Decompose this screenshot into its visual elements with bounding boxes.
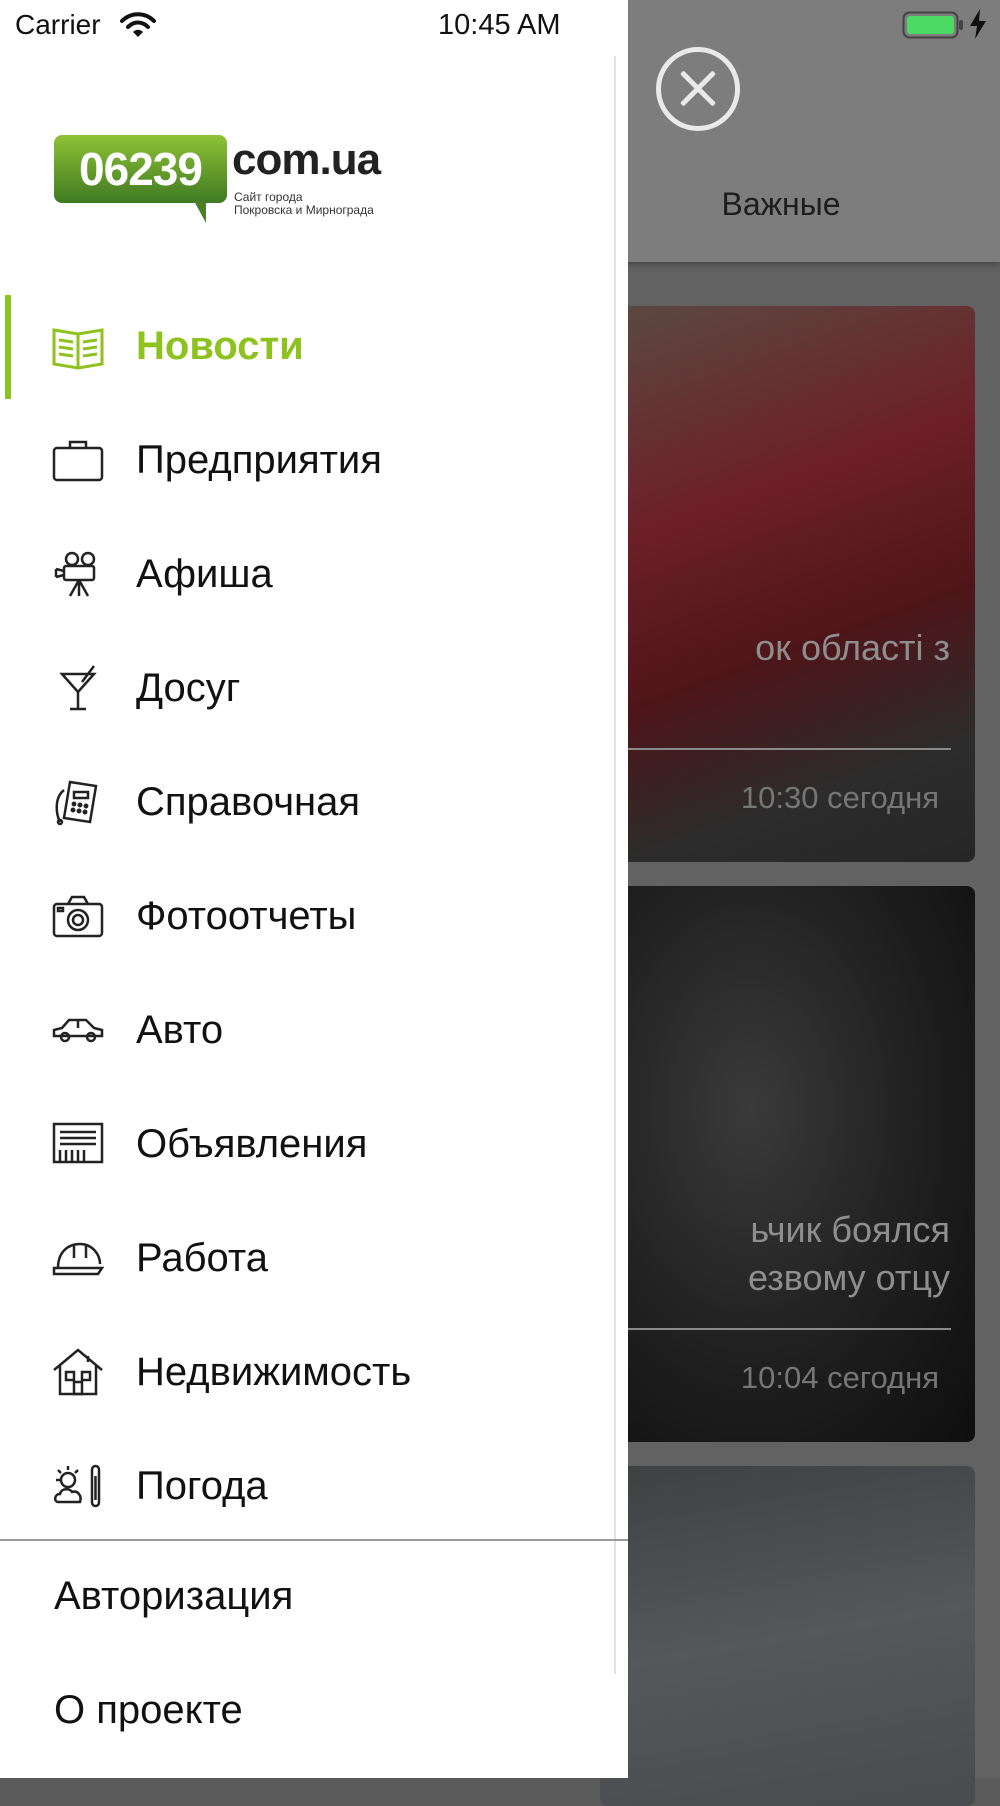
newspaper-icon	[52, 328, 104, 370]
logo-tagline: Сайт города Покровска и Мирнограда	[234, 191, 404, 217]
movie-camera-icon	[54, 551, 96, 597]
camera-icon	[52, 895, 104, 938]
menu-item-label: Объявления	[136, 1122, 368, 1166]
menu-item-news[interactable]: Новости	[0, 302, 628, 392]
clock: 10:45 AM	[438, 9, 561, 41]
news-card-time: 10:04 сегодня	[740, 1360, 939, 1395]
logo-bubble-tail	[194, 201, 206, 223]
menu-separator	[0, 1539, 628, 1541]
side-menu-drawer: 06239 com.ua Сайт города Покровска и Мир…	[0, 0, 628, 1778]
menu-item-login[interactable]: Авторизация	[54, 1574, 293, 1619]
card-divider	[600, 1328, 951, 1330]
menu-item-about[interactable]: О проекте	[54, 1688, 243, 1733]
menu-item-directory[interactable]: Справочная	[0, 758, 628, 848]
menu-item-label: Новости	[136, 324, 304, 368]
menu-item-label: Предприятия	[136, 438, 382, 482]
close-menu-button[interactable]	[656, 47, 740, 131]
logo-domain: com.ua	[232, 135, 381, 184]
car-icon	[52, 1018, 104, 1043]
site-logo[interactable]: 06239 com.ua Сайт города Покровска и Мир…	[54, 133, 414, 233]
menu-item-real-estate[interactable]: Недвижимость	[0, 1328, 628, 1418]
hard-hat-icon	[52, 1242, 104, 1276]
menu-item-events[interactable]: Афиша	[0, 530, 628, 620]
menu-item-label: Недвижимость	[136, 1350, 412, 1394]
carrier-label: Carrier	[15, 9, 101, 40]
menu-item-leisure[interactable]: Досуг	[0, 644, 628, 734]
briefcase-icon	[52, 440, 104, 482]
tab-important[interactable]: Важные	[628, 186, 934, 223]
menu-item-label: Фотоотчеты	[136, 894, 357, 938]
menu-item-weather[interactable]: Погода	[0, 1442, 628, 1532]
menu-item-label: Работа	[136, 1236, 268, 1280]
house-icon	[53, 1348, 103, 1396]
classifieds-icon	[52, 1122, 104, 1164]
phone-icon	[55, 780, 98, 826]
drawer-edge-line	[614, 56, 616, 1674]
menu-item-classifieds[interactable]: Объявления	[0, 1100, 628, 1190]
news-card[interactable]: ок області з 10:30 сегодня	[600, 306, 975, 862]
menu-item-photo-reports[interactable]: Фотоотчеты	[0, 872, 628, 962]
news-card-title-line2: езвому отцу	[748, 1257, 950, 1298]
menu-item-label: Погода	[136, 1464, 268, 1508]
news-card-title-line1: ьчик боялся	[750, 1209, 950, 1250]
menu-item-label: Афиша	[136, 552, 273, 596]
logo-number: 06239	[54, 135, 227, 203]
battery-icon	[902, 11, 963, 39]
cocktail-icon	[59, 665, 97, 711]
menu-item-label: Справочная	[136, 780, 361, 824]
menu-item-label: Авто	[136, 1008, 224, 1052]
menu-item-label: Досуг	[136, 666, 241, 710]
wifi-icon	[120, 12, 156, 37]
menu-item-enterprises[interactable]: Предприятия	[0, 416, 628, 506]
card-divider	[600, 748, 951, 750]
news-card[interactable]: ьчик боялся езвому отцу 10:04 сегодня	[600, 886, 975, 1442]
weather-icon	[54, 1464, 101, 1508]
menu-item-jobs[interactable]: Работа	[0, 1214, 628, 1304]
news-card-time: 10:30 сегодня	[740, 780, 939, 815]
news-card-title: ок області з	[755, 627, 950, 668]
menu-item-auto[interactable]: Авто	[0, 986, 628, 1076]
status-bar: Carrier 10:45 AM	[0, 0, 1000, 50]
news-card[interactable]	[600, 1466, 975, 1806]
logo-tagline-line2: Покровска и Мирнограда	[234, 203, 374, 217]
charging-bolt-icon	[970, 9, 986, 39]
